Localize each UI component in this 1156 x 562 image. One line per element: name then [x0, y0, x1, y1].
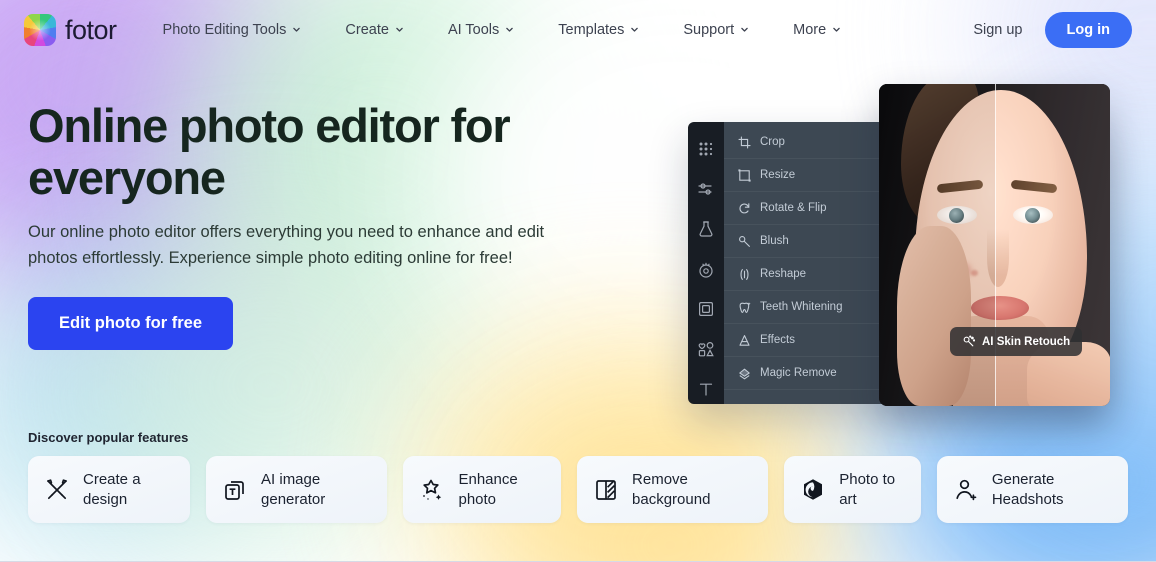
tool-label: Rotate & Flip — [760, 202, 826, 214]
feature-card-remove-background[interactable]: Remove background — [577, 456, 768, 523]
popular-features-section: Discover popular features Create a desig… — [28, 430, 1128, 523]
tool-label: Effects — [760, 334, 795, 346]
feature-card-photo-to-art[interactable]: Photo to art — [784, 456, 921, 523]
effects-icon — [738, 334, 751, 347]
feature-card-create-a-design[interactable]: Create a design — [28, 456, 190, 523]
resize-icon — [738, 169, 751, 182]
before-after-divider[interactable] — [995, 84, 997, 406]
before-after-portrait: AI Skin Retouch — [879, 84, 1110, 406]
feature-card-label: Generate Headshots — [992, 470, 1112, 509]
nav-label: More — [793, 22, 826, 38]
sign-up-link[interactable]: Sign up — [965, 16, 1030, 44]
edit-photo-for-free-button[interactable]: Edit photo for free — [28, 297, 233, 350]
nav-label: Photo Editing Tools — [163, 22, 287, 38]
page-title: Online photo editor for everyone — [28, 100, 548, 203]
feature-card-label: Remove background — [632, 470, 752, 509]
portrait-face-before — [879, 84, 995, 406]
tooth-icon — [738, 301, 751, 314]
crop-icon — [738, 136, 751, 149]
feature-card-enhance-photo[interactable]: Enhance photo — [403, 456, 561, 523]
feature-card-list: Create a design AI image generator Enhan… — [28, 456, 1128, 523]
skin-retouch-icon — [962, 335, 975, 348]
text-icon[interactable] — [697, 380, 715, 398]
brand-logo[interactable]: fotor — [24, 14, 117, 46]
brand-name: fotor — [65, 15, 117, 46]
portrait-after-half — [995, 84, 1111, 406]
hero-section: Online photo editor for everyone Our onl… — [28, 100, 588, 350]
features-heading: Discover popular features — [28, 430, 1128, 445]
feature-card-label: Enhance photo — [458, 470, 545, 509]
nav-label: Create — [345, 22, 389, 38]
nav-label: AI Tools — [448, 22, 499, 38]
design-tools-icon — [44, 477, 70, 503]
frame-icon[interactable] — [697, 300, 715, 318]
tool-label: Resize — [760, 169, 795, 181]
shapes-icon[interactable] — [697, 340, 715, 358]
nav-item-templates[interactable]: Templates — [536, 14, 661, 46]
chevron-down-icon — [505, 25, 514, 34]
beauty-flask-icon[interactable] — [697, 220, 715, 238]
nav-item-photo-editing-tools[interactable]: Photo Editing Tools — [141, 14, 324, 46]
rotate-icon — [738, 202, 751, 215]
nav-item-more[interactable]: More — [771, 14, 863, 46]
feature-card-ai-image-generator[interactable]: AI image generator — [206, 456, 387, 523]
header-actions: Sign up Log in — [965, 12, 1132, 48]
user-plus-icon — [953, 477, 979, 503]
hero-subtitle: Our online photo editor offers everythin… — [28, 220, 553, 270]
nav-label: Support — [683, 22, 734, 38]
chevron-down-icon — [292, 25, 301, 34]
tool-label: Reshape — [760, 268, 806, 280]
main-navigation: Photo Editing Tools Create AI Tools Temp… — [141, 14, 864, 46]
nav-item-create[interactable]: Create — [323, 14, 426, 46]
nav-item-ai-tools[interactable]: AI Tools — [426, 14, 536, 46]
status-badge-label: AI Skin Retouch — [982, 336, 1070, 348]
chevron-down-icon — [630, 25, 639, 34]
feature-card-label: Photo to art — [839, 470, 905, 509]
nav-item-support[interactable]: Support — [661, 14, 771, 46]
retouch-eye-icon[interactable] — [697, 260, 715, 278]
tool-label: Teeth Whitening — [760, 301, 842, 313]
tool-label: Magic Remove — [760, 367, 837, 379]
feature-card-label: AI image generator — [261, 470, 371, 509]
magic-star-icon — [419, 477, 445, 503]
editor-tool-rail — [688, 122, 724, 404]
site-header: fotor Photo Editing Tools Create AI Tool… — [0, 0, 1156, 60]
chevron-down-icon — [832, 25, 841, 34]
chevron-down-icon — [395, 25, 404, 34]
chevron-down-icon — [740, 25, 749, 34]
nav-label: Templates — [558, 22, 624, 38]
portrait-face-after — [995, 84, 1111, 406]
feature-card-generate-headshots[interactable]: Generate Headshots — [937, 456, 1128, 523]
status-badge: AI Skin Retouch — [950, 327, 1082, 356]
feature-card-label: Create a design — [83, 470, 174, 509]
grid-templates-icon[interactable] — [697, 140, 715, 158]
ai-image-stack-icon — [222, 477, 248, 503]
background-split-icon — [593, 477, 619, 503]
tool-label: Crop — [760, 136, 785, 148]
portrait-before-half — [879, 84, 995, 406]
log-in-button[interactable]: Log in — [1045, 12, 1133, 48]
color-wheel-icon — [24, 14, 56, 46]
magic-remove-icon — [738, 367, 751, 380]
reshape-icon — [738, 268, 751, 281]
blush-brush-icon — [738, 235, 751, 248]
adjust-sliders-icon[interactable] — [697, 180, 715, 198]
hexagon-swirl-icon — [800, 477, 826, 503]
tool-label: Blush — [760, 235, 789, 247]
